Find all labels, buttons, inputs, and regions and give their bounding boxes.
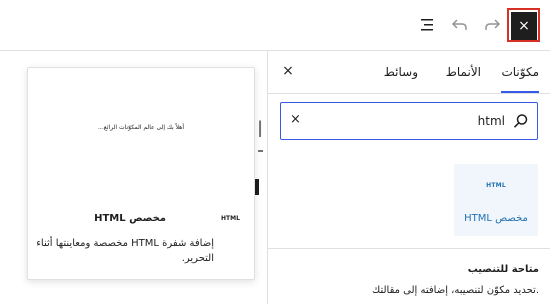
- search-icon: [513, 113, 529, 129]
- section-divider: [268, 248, 550, 249]
- search-input[interactable]: html: [478, 114, 505, 128]
- installable-heading: متاحة للتنصيب: [467, 264, 539, 275]
- document-overview-icon[interactable]: [417, 15, 437, 35]
- undo-icon[interactable]: [450, 15, 470, 35]
- block-item-label: HTML مخصص: [464, 213, 528, 224]
- highlight-outline: [507, 8, 540, 42]
- editor-partial-text: ا: [257, 118, 264, 143]
- tab-media[interactable]: وسائط: [384, 51, 418, 93]
- block-preview-popover: ...أهلاً بك إلى عالم المكوّنات الرائع HT…: [27, 67, 255, 280]
- html-icon: HTML: [221, 215, 240, 222]
- block-item-custom-html[interactable]: HTML HTML مخصص: [454, 164, 538, 236]
- tab-patterns[interactable]: الأنماط: [446, 51, 481, 93]
- preview-block-title: HTML مخصص: [94, 213, 166, 224]
- tab-blocks[interactable]: مكوّنات: [501, 51, 539, 93]
- redo-icon[interactable]: [482, 15, 502, 35]
- clear-search-icon[interactable]: ×: [290, 112, 301, 127]
- block-inserter-panel: مكوّنات الأنماط وسائط × × html HTML HTML…: [267, 51, 550, 304]
- editor-block-edge: [255, 179, 259, 195]
- installable-description: تحديد مكوّن لتنصيبه، إضافته إلى مقالتك.: [372, 285, 539, 296]
- html-block-icon: HTML: [486, 182, 506, 189]
- editor-underline: [258, 150, 263, 152]
- block-search-field[interactable]: × html: [280, 102, 538, 140]
- preview-sample-text: ...أهلاً بك إلى عالم المكوّنات الرائع: [98, 124, 184, 131]
- inserter-tabs: مكوّنات الأنماط وسائط ×: [268, 51, 550, 94]
- top-toolbar: ×: [0, 0, 550, 51]
- preview-block-description: إضافة شفرة HTML مخصصة ومعاينتها أثناء ال…: [36, 238, 214, 264]
- close-tabs-icon[interactable]: ×: [280, 63, 296, 79]
